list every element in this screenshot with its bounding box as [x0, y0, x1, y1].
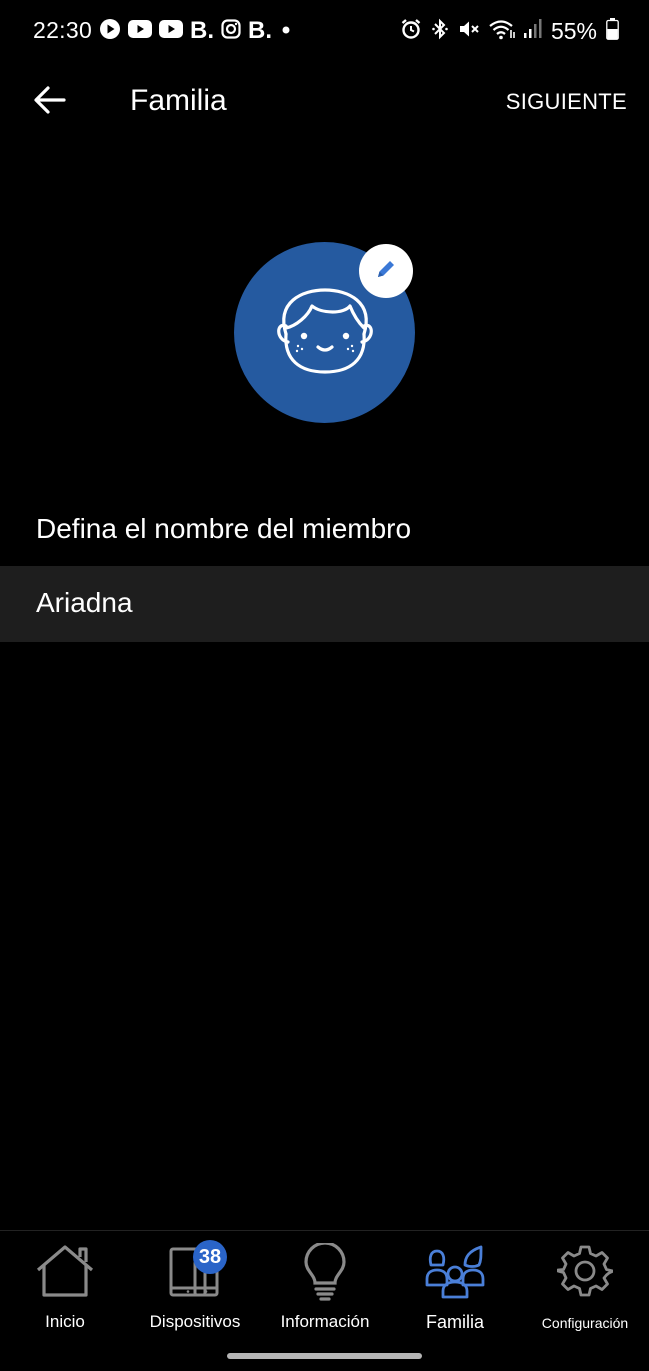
devices-count-badge: 38 — [193, 1240, 227, 1274]
bottom-navigation: Inicio Dispositivos Información Familia … — [0, 1230, 649, 1371]
child-face-icon — [234, 288, 415, 427]
nav-item-inicio[interactable]: Inicio — [0, 1231, 130, 1341]
home-icon — [34, 1243, 96, 1304]
signal-icon — [523, 18, 542, 44]
wifi-icon — [489, 18, 515, 45]
status-bar: 22:30 B. B. 55% — [0, 0, 649, 62]
next-button[interactable]: SIGUIENTE — [506, 89, 627, 115]
nav-item-familia[interactable]: Familia — [390, 1231, 520, 1341]
youtube-icon — [128, 19, 152, 43]
instagram-icon — [221, 18, 241, 44]
lightbulb-icon — [301, 1241, 349, 1308]
battery-percent: 55% — [550, 17, 597, 44]
back-button[interactable] — [28, 82, 72, 122]
pencil-icon — [374, 257, 398, 286]
dot-icon — [279, 22, 293, 40]
page-title: Familia — [130, 84, 227, 117]
bluetooth-icon — [431, 17, 449, 46]
nav-label-informacion: Información — [280, 1312, 370, 1331]
arrow-left-icon — [33, 85, 67, 120]
mute-icon — [458, 18, 480, 45]
alarm-icon — [400, 18, 422, 45]
gear-icon — [556, 1243, 615, 1304]
edit-avatar-button[interactable] — [359, 244, 413, 298]
notification-icons: B. B. — [99, 18, 293, 44]
play-circle-icon — [99, 18, 121, 45]
home-indicator[interactable] — [227, 1353, 422, 1359]
nav-label-inicio: Inicio — [45, 1312, 85, 1331]
status-time: 22:30 — [33, 17, 93, 43]
nav-label-dispositivos: Dispositivos — [149, 1312, 241, 1331]
system-icons: 55% — [400, 16, 619, 46]
member-name-label: Defina el nombre del miembro — [36, 513, 412, 544]
family-icon — [423, 1243, 487, 1304]
member-avatar[interactable] — [234, 242, 415, 423]
b-app-icon: B. — [190, 17, 214, 44]
battery-icon — [606, 17, 619, 45]
nav-label-familia: Familia — [425, 1312, 484, 1332]
nav-item-configuracion[interactable]: Configuración — [520, 1231, 649, 1341]
nav-item-informacion[interactable]: Información — [260, 1231, 390, 1341]
member-name-value[interactable]: Ariadna — [36, 587, 133, 619]
b-app-icon: B. — [248, 17, 272, 44]
youtube-icon — [159, 19, 183, 43]
app-bar: Familia SIGUIENTE — [0, 62, 649, 142]
member-name-input[interactable]: Ariadna — [0, 566, 649, 642]
nav-label-configuracion: Configuración — [541, 1315, 629, 1331]
